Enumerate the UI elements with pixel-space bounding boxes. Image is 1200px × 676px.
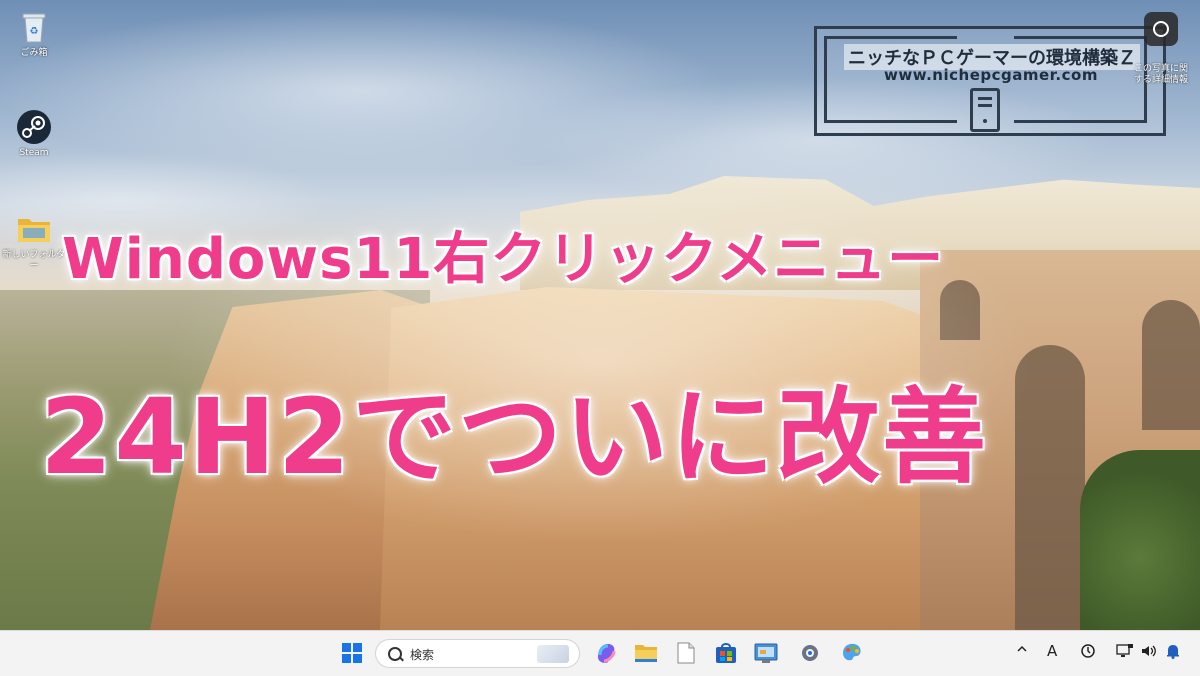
clock-icon (1081, 644, 1095, 658)
chevron-up-icon (1017, 645, 1027, 652)
pc-tower-icon (970, 88, 1000, 132)
start-button[interactable] (338, 639, 366, 667)
ime-indicator[interactable]: A (1047, 642, 1057, 660)
notification-bell-icon (1167, 645, 1179, 659)
brand-url: www.nichepcgamer.com (884, 66, 1098, 84)
recycle-bin-icon: ♻ (15, 8, 53, 46)
headline-line2: 24H2でついに改善 (40, 376, 989, 498)
tray-overflow-button[interactable] (1016, 643, 1028, 659)
search-highlight-image (537, 645, 569, 663)
headline-line1: Windows11右クリックメニュー (62, 227, 945, 292)
desktop-wallpaper: ♻ ごみ箱 Steam 新しいフォルダー Windows11右クリックメニュー … (0, 0, 1200, 630)
learn-about-picture-icon (1144, 12, 1178, 46)
taskbar-control-panel[interactable] (752, 639, 780, 667)
file-explorer-icon (635, 645, 657, 662)
microsoft-store-icon (716, 643, 736, 663)
control-panel-icon (754, 643, 778, 663)
desktop-icon-label: 新しいフォルダー (2, 250, 66, 271)
desktop-icon-label: ごみ箱 (20, 48, 48, 58)
taskbar-search-box[interactable]: 検索 (375, 639, 580, 668)
taskbar-settings[interactable] (796, 639, 824, 667)
search-placeholder: 検索 (410, 648, 435, 662)
taskbar-microsoft-store[interactable] (712, 639, 740, 667)
tray-network-button[interactable] (1116, 643, 1134, 663)
taskbar-notepad[interactable] (672, 639, 700, 667)
tray-volume-button[interactable] (1140, 643, 1158, 663)
learn-about-picture[interactable]: この写真に関 する詳細情報 (1126, 12, 1196, 86)
brand-logo: ニッチなＰＣゲーマーの環境構築Ｚ www.nichepcgamer.com (814, 26, 1166, 136)
desktop-icon-recycle-bin[interactable]: ♻ ごみ箱 (2, 8, 66, 59)
tray-notifications-button[interactable] (1166, 643, 1180, 663)
taskbar: 検索 A (0, 630, 1200, 676)
search-icon (388, 647, 402, 661)
taskbar-copilot[interactable] (592, 639, 620, 667)
taskbar-paint[interactable] (838, 639, 866, 667)
network-icon (1116, 644, 1133, 657)
svg-text:♻: ♻ (30, 26, 39, 37)
settings-icon (802, 645, 818, 661)
taskbar-file-explorer[interactable] (632, 639, 660, 667)
windows-start-icon (342, 643, 362, 663)
copilot-icon (598, 644, 616, 663)
paint-icon (843, 643, 861, 661)
volume-icon (1142, 645, 1156, 657)
desktop-icon-label: Steam (19, 148, 49, 158)
folder-icon (15, 210, 53, 248)
steam-icon (15, 108, 53, 146)
desktop-icon-new-folder[interactable]: 新しいフォルダー (2, 210, 66, 272)
notepad-icon (677, 642, 695, 664)
learn-label-1: この写真に関 (1133, 64, 1188, 74)
tray-clock-button[interactable] (1080, 643, 1096, 663)
learn-label-2: する詳細情報 (1133, 75, 1188, 85)
desktop-icon-steam[interactable]: Steam (2, 108, 66, 159)
